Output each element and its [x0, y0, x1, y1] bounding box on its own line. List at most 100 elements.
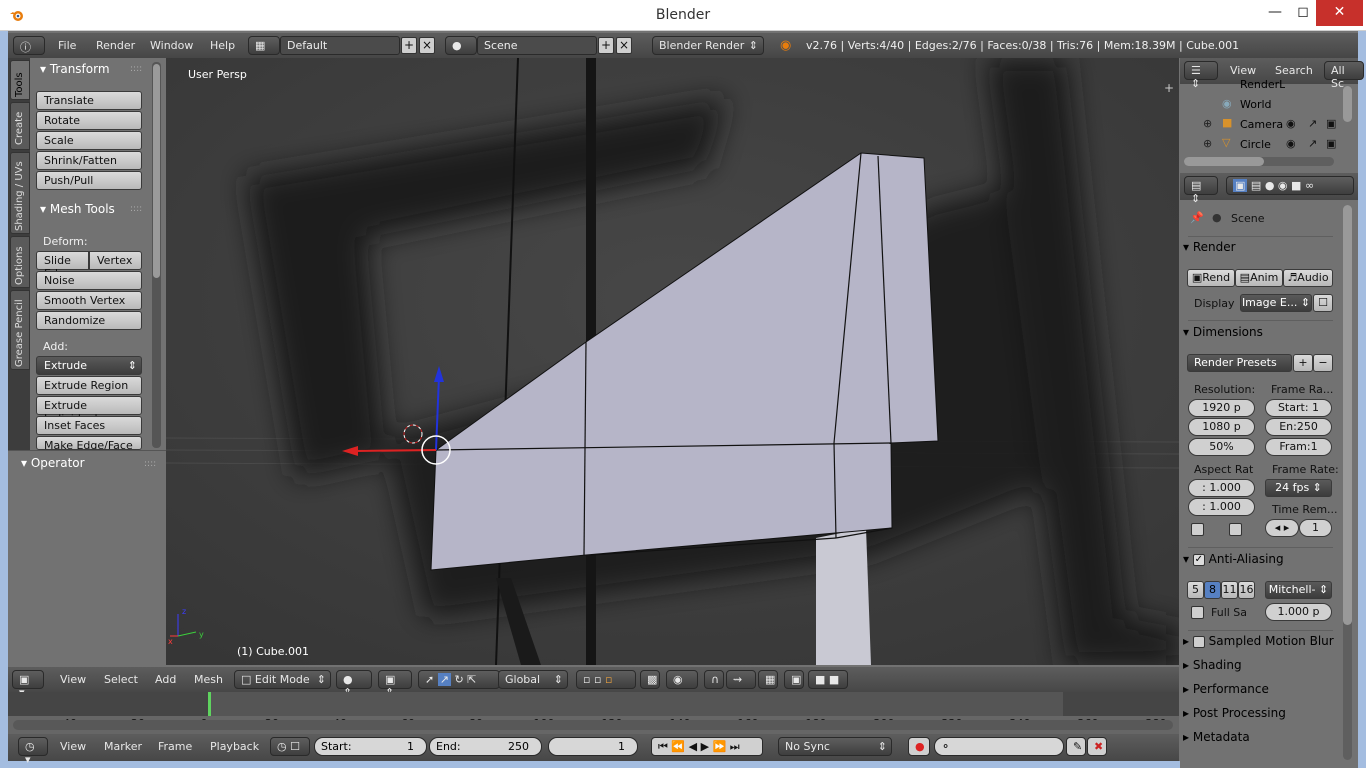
minimize-button[interactable]: —	[1260, 0, 1290, 26]
close-button[interactable]: ✕	[1316, 0, 1363, 26]
scale-manipulator-icon[interactable]: ⇱	[467, 673, 476, 686]
sync-dropdown[interactable]: No Sync ⇕	[778, 737, 892, 756]
menu-view[interactable]: View	[60, 673, 86, 686]
play-reverse-icon[interactable]: ◀	[689, 740, 697, 753]
timeline[interactable]: -40-200204060801001201401601802002202402…	[8, 692, 1179, 734]
extrude-individual-button[interactable]: Extrude Individual	[36, 396, 142, 425]
end-frame-field[interactable]: End: 250	[429, 737, 542, 756]
menu-add[interactable]: Add	[155, 673, 176, 686]
menu-timeline-view[interactable]: View	[60, 740, 86, 753]
menu-window[interactable]: Window	[150, 39, 193, 52]
extrude-region-button[interactable]: Extrude Region	[36, 376, 142, 395]
render-audio-button[interactable]: ♬Audio	[1283, 269, 1333, 287]
grip-icon[interactable]: ::::	[144, 459, 156, 469]
outliner-item-circle[interactable]: Circle	[1240, 138, 1271, 151]
editor-type-properties-button[interactable]: ▤ ⇕	[1184, 176, 1218, 205]
outliner-item-renderlayers[interactable]: RenderL	[1240, 78, 1285, 90]
antialiasing-checkbox[interactable]: ✓	[1192, 553, 1205, 566]
remove-scene-button[interactable]: ×	[616, 37, 632, 54]
shading-panel-header[interactable]: ▸ Shading	[1183, 658, 1336, 672]
play-icon[interactable]: ▶	[701, 740, 709, 753]
frame-rate-dropdown[interactable]: 24 fps ⇕	[1265, 479, 1332, 497]
frame-step-field[interactable]: Fram:1	[1265, 438, 1332, 456]
post-processing-panel-header[interactable]: ▸ Post Processing	[1183, 706, 1336, 720]
menu-help[interactable]: Help	[210, 39, 235, 52]
slide-vertex-button[interactable]: Vertex	[89, 251, 142, 270]
sampled-motion-blur-panel-header[interactable]: ▸ Sampled Motion Blur	[1183, 634, 1336, 648]
time-remap-new-field[interactable]: 1	[1299, 519, 1332, 537]
rotate-manipulator-icon[interactable]: ↻	[454, 673, 463, 686]
extrude-dropdown[interactable]: Extrude ⇕	[36, 356, 142, 375]
world-context-icon[interactable]: ◉	[1278, 179, 1288, 192]
outliner-item-camera[interactable]: Camera	[1240, 118, 1283, 131]
render-panel-header[interactable]: ▾ Render	[1183, 240, 1336, 254]
menu-outliner-search[interactable]: Search	[1275, 64, 1313, 77]
render-engine-dropdown[interactable]: Blender Render ⇕	[652, 36, 764, 55]
3d-viewport[interactable]: z y x User Persp (1) Cube.001 +	[166, 58, 1179, 665]
delete-keyframe-icon[interactable]: ✖	[1087, 737, 1107, 756]
operator-panel-header[interactable]: ▾ Operator	[21, 456, 85, 470]
resolution-percent-field[interactable]: 50%	[1188, 438, 1255, 456]
editor-type-outliner-button[interactable]: ☰ ⇕	[1184, 61, 1218, 90]
render-animation-button[interactable]: ▤Anim	[1235, 269, 1283, 287]
mesh-tools-panel-header[interactable]: ▾ Mesh Tools	[40, 202, 115, 216]
renderability-camera-icon[interactable]: ▣	[1326, 137, 1336, 150]
transform-panel-header[interactable]: ▾ Transform	[40, 62, 110, 76]
menu-select[interactable]: Select	[104, 673, 138, 686]
snap-element-icon[interactable]: ▦	[758, 670, 778, 689]
outliner-vscrollbar[interactable]	[1343, 86, 1352, 122]
menu-file[interactable]: File	[58, 39, 76, 52]
menu-render[interactable]: Render	[96, 39, 135, 52]
tab-grease-pencil[interactable]: Grease Pencil	[10, 290, 30, 370]
translate-manipulator-icon[interactable]: ↗	[437, 673, 451, 686]
menu-mesh[interactable]: Mesh	[194, 673, 223, 686]
shrink-fatten-button[interactable]: Shrink/Fatten	[36, 151, 142, 170]
visibility-eye-icon[interactable]: ◉	[1286, 137, 1296, 150]
opengl-render-icon[interactable]: ▣	[784, 670, 804, 689]
make-edge-face-button[interactable]: Make Edge/Face	[36, 436, 142, 450]
aa-filter-dropdown[interactable]: Mitchell- ⇕	[1265, 581, 1332, 599]
antialiasing-panel-header[interactable]: ▾ ✓ Anti-Aliasing	[1183, 552, 1336, 566]
slide-edge-button[interactable]: Slide Ed	[36, 251, 89, 280]
tab-create[interactable]: Create	[10, 102, 30, 150]
object-context-icon[interactable]: ■	[1291, 179, 1301, 192]
menu-marker[interactable]: Marker	[104, 740, 142, 753]
tab-tools[interactable]: Tools	[10, 60, 30, 100]
aa-sample-11-button[interactable]: 11	[1221, 581, 1238, 599]
pivot-dropdown[interactable]: ▣ ⇕	[378, 670, 412, 699]
visibility-eye-icon[interactable]: ◉	[1286, 117, 1296, 130]
snap-icon[interactable]: ∩	[704, 670, 724, 689]
preview-range-buttons[interactable]: ◷ ☐	[270, 737, 310, 756]
menu-frame[interactable]: Frame	[158, 740, 192, 753]
add-preset-icon[interactable]: +	[1293, 354, 1313, 372]
limit-selection-icon[interactable]: ▩	[640, 670, 660, 689]
translate-button[interactable]: Translate	[36, 91, 142, 110]
keying-set-field[interactable]: ⚬	[934, 737, 1064, 756]
display-dropdown[interactable]: Image E... ⇕	[1240, 294, 1312, 312]
rotate-button[interactable]: Rotate	[36, 111, 142, 130]
randomize-button[interactable]: Randomize	[36, 311, 142, 330]
aa-sample-5-button[interactable]: 5	[1187, 581, 1204, 599]
push-pull-button[interactable]: Push/Pull	[36, 171, 142, 190]
aa-sample-8-button[interactable]: 8	[1204, 581, 1221, 599]
grip-icon[interactable]: ::::	[130, 64, 142, 74]
layout-name-field[interactable]: Default	[280, 36, 400, 55]
scene-context-icon[interactable]: ●	[1265, 179, 1275, 192]
current-frame-field[interactable]: 1	[548, 737, 638, 756]
time-remap-old-field[interactable]: ◂ ▸	[1265, 519, 1299, 537]
renderability-camera-icon[interactable]: ▣	[1326, 117, 1336, 130]
insert-keyframe-icon[interactable]: ✎	[1066, 737, 1086, 756]
render-context-icon[interactable]: ▣	[1233, 179, 1248, 192]
maximize-button[interactable]: ◻	[1288, 0, 1318, 26]
menu-playback[interactable]: Playback	[210, 740, 259, 753]
orientation-dropdown[interactable]: Global ⇕	[498, 670, 568, 689]
grip-icon[interactable]: ::::	[130, 204, 142, 214]
frame-start-field[interactable]: Start: 1	[1265, 399, 1332, 417]
aspect-x-field[interactable]: : 1.000	[1188, 479, 1255, 497]
manipulator-buttons[interactable]: ➚ ↗ ↻ ⇱	[418, 670, 500, 689]
jump-end-icon[interactable]: ⏭	[730, 740, 740, 753]
timeline-scrollbar[interactable]	[13, 720, 1173, 730]
noise-button[interactable]: Noise	[36, 271, 142, 290]
filter-size-field[interactable]: 1.000 p	[1265, 603, 1332, 621]
performance-panel-header[interactable]: ▸ Performance	[1183, 682, 1336, 696]
